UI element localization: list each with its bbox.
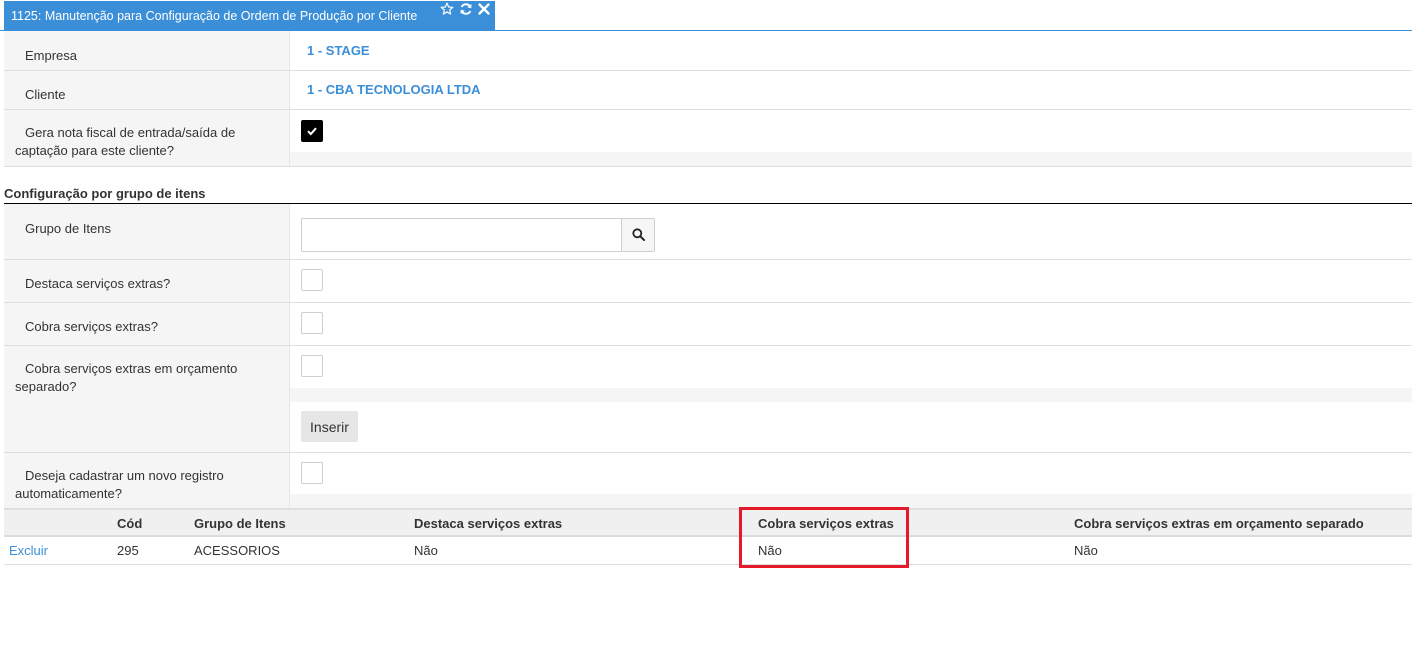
cell-cobra-orc: Não (1074, 543, 1098, 558)
gera-nota-checkbox[interactable] (301, 120, 323, 142)
destaca-label: Destaca serviços extras? (25, 276, 171, 291)
star-icon[interactable] (440, 2, 454, 16)
tab-bar: 1125: Manutenção para Configuração de Or… (0, 0, 1412, 31)
cell-destaca: Não (414, 543, 438, 558)
empresa-value: 1 - STAGE (307, 43, 370, 58)
gera-nota-row: Gera nota fiscal de entrada/saída de cap… (4, 110, 1412, 167)
destaca-checkbox[interactable] (301, 269, 323, 291)
table-row: Excluir 295 ACESSORIOS Não Não Não (4, 537, 1412, 565)
grupo-label: Grupo de Itens (25, 221, 111, 236)
cobra-row: Cobra serviços extras? (4, 303, 1412, 346)
auto-row: Deseja cadastrar um novo registro automa… (4, 453, 1412, 509)
destaca-row: Destaca serviços extras? (4, 260, 1412, 303)
cliente-value: 1 - CBA TECNOLOGIA LTDA (307, 82, 481, 97)
cliente-row: Cliente 1 - CBA TECNOLOGIA LTDA (4, 71, 1412, 110)
col-header-destaca[interactable]: Destaca serviços extras (414, 516, 562, 531)
col-header-grupo[interactable]: Grupo de Itens (194, 516, 286, 531)
col-header-cobra-orc[interactable]: Cobra serviços extras em orçamento separ… (1074, 516, 1364, 531)
grupo-search (301, 218, 655, 252)
auto-checkbox[interactable] (301, 462, 323, 484)
empresa-label: Empresa (25, 48, 78, 63)
grupo-row: Grupo de Itens (4, 204, 1412, 260)
tab-active[interactable]: 1125: Manutenção para Configuração de Or… (4, 1, 495, 31)
highlight-box (739, 507, 909, 568)
cliente-label: Cliente (25, 87, 66, 102)
tab-title: 1125: Manutenção para Configuração de Or… (11, 9, 418, 23)
empresa-row: Empresa 1 - STAGE (4, 31, 1412, 71)
cell-cod: 295 (117, 543, 139, 558)
auto-label: Deseja cadastrar um novo registro automa… (15, 468, 224, 501)
search-button[interactable] (621, 219, 654, 251)
cell-grupo: ACESSORIOS (194, 543, 280, 558)
refresh-icon[interactable] (459, 2, 473, 16)
cobra-orc-row: Cobra serviços extras em orçamento separ… (4, 346, 1412, 453)
grupo-input[interactable] (302, 219, 622, 251)
search-icon (632, 228, 645, 241)
cobra-orc-checkbox[interactable] (301, 355, 323, 377)
cobra-orc-label: Cobra serviços extras em orçamento separ… (15, 361, 238, 394)
section-title: Configuração por grupo de itens (4, 186, 206, 201)
cobra-checkbox[interactable] (301, 312, 323, 334)
gera-nota-label: Gera nota fiscal de entrada/saída de cap… (15, 125, 236, 158)
cobra-label: Cobra serviços extras? (25, 319, 158, 334)
grid-header: Cód Grupo de Itens Destaca serviços extr… (4, 509, 1412, 537)
delete-link[interactable]: Excluir (9, 543, 48, 558)
close-icon[interactable] (477, 2, 491, 16)
insert-button[interactable]: Inserir (301, 411, 358, 442)
col-header-cod[interactable]: Cód (117, 516, 142, 531)
